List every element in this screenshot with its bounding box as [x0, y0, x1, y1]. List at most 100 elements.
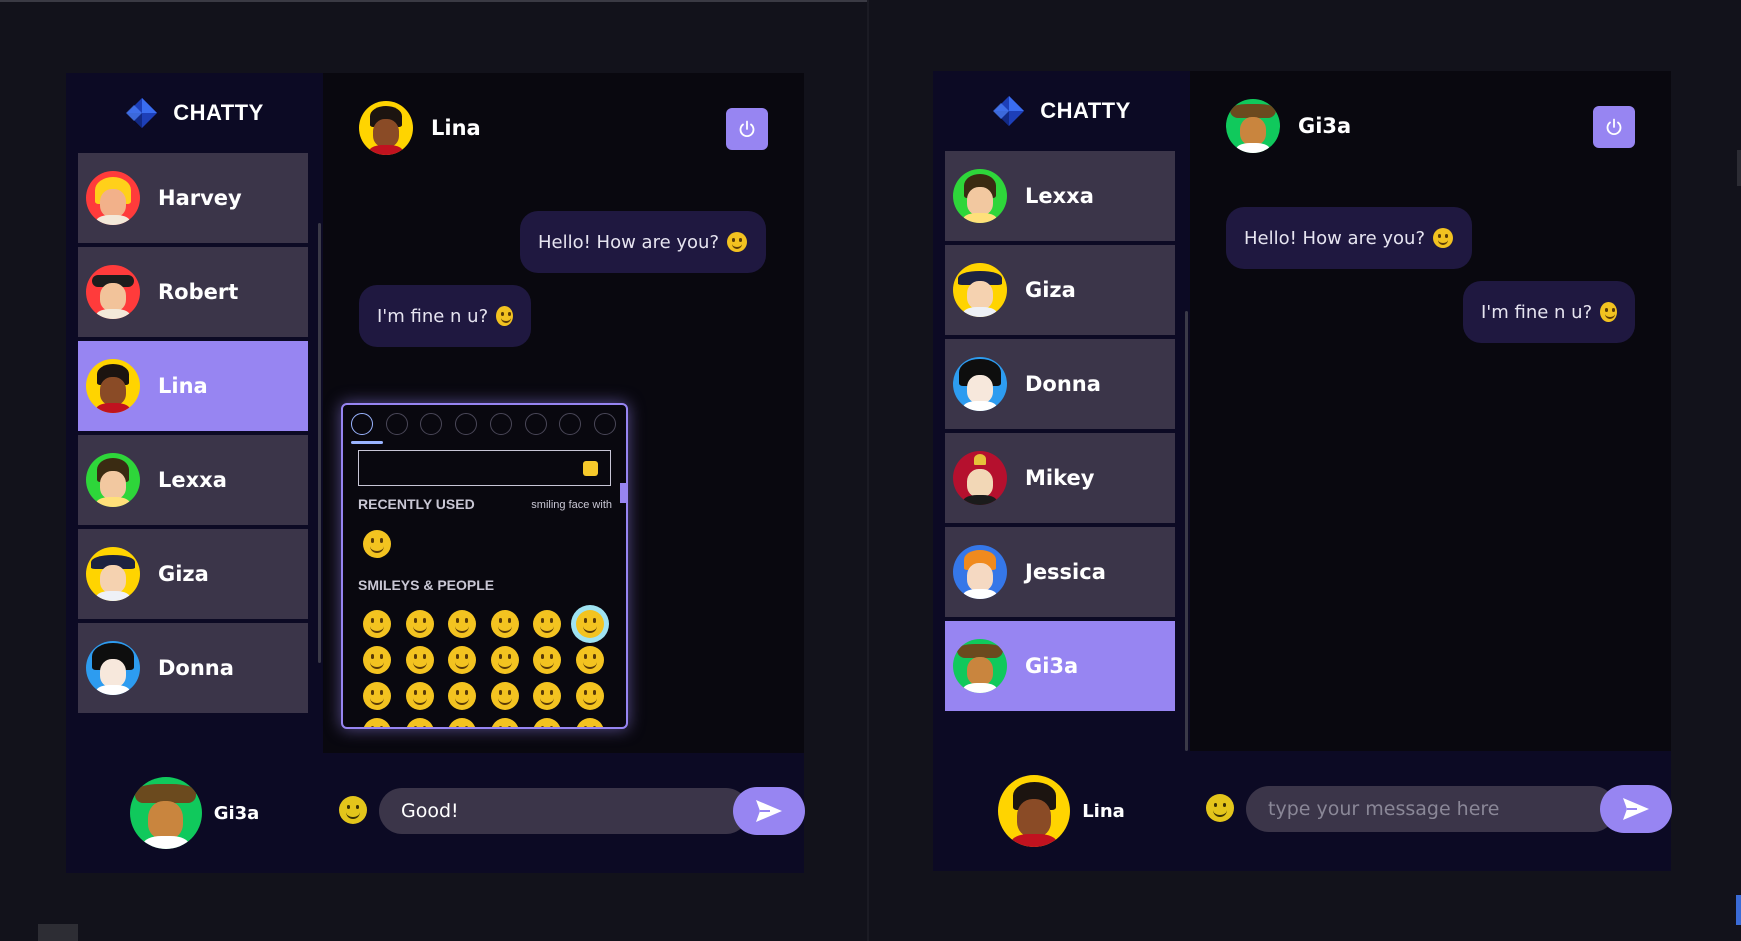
chat-partner-name: Gi3a: [1298, 114, 1352, 138]
contact-name: Giza: [158, 562, 209, 586]
contact-lexxa[interactable]: Lexxa: [78, 435, 308, 525]
chat-partner-name: Lina: [431, 116, 481, 140]
smiley-emoji-icon[interactable]: [363, 530, 391, 558]
brand: CHATTY: [933, 71, 1190, 151]
window-edge-accent: [1736, 895, 1741, 925]
skin-tone-icon[interactable]: [583, 461, 598, 476]
emoji-option[interactable]: [448, 718, 476, 727]
jessica-avatar: [953, 545, 1007, 599]
contact-robert[interactable]: Robert: [78, 247, 308, 337]
contact-gi3a[interactable]: Gi3a: [945, 621, 1175, 711]
contact-name: Robert: [158, 280, 239, 304]
emoji-option[interactable]: [490, 646, 519, 674]
contact-jessica[interactable]: Jessica: [945, 527, 1175, 617]
contact-name: Mikey: [1025, 466, 1095, 490]
emoji-option[interactable]: [363, 646, 391, 674]
emoji-option[interactable]: [533, 682, 561, 710]
contact-lina[interactable]: Lina: [78, 341, 308, 431]
sidebar: CHATTY Lexxa Giza Donna Mikey Jessica Gi…: [933, 71, 1190, 871]
right-window: CHATTY Lexxa Giza Donna Mikey Jessica Gi…: [869, 0, 1741, 941]
emoji-option[interactable]: [575, 718, 604, 727]
animal-icon[interactable]: [420, 413, 443, 435]
picker-scrollbar[interactable]: [620, 483, 626, 503]
clock-icon[interactable]: [524, 413, 547, 435]
logout-button[interactable]: [1593, 106, 1635, 148]
contact-donna[interactable]: Donna: [945, 339, 1175, 429]
emoji-option[interactable]: [490, 610, 519, 638]
emoji-option[interactable]: [363, 610, 391, 638]
emoji-toggle-icon[interactable]: [339, 796, 367, 824]
people-icon[interactable]: [351, 413, 373, 435]
ball-icon[interactable]: [489, 413, 512, 435]
current-user-avatar: [998, 775, 1071, 847]
emoji-option[interactable]: [448, 646, 476, 674]
contact-harvey[interactable]: Harvey: [78, 153, 308, 243]
message-bubble: Hello! How are you?: [1226, 207, 1472, 269]
contact-lexxa[interactable]: Lexxa: [945, 151, 1175, 241]
lexxa-avatar: [953, 169, 1007, 223]
emoji-option[interactable]: [363, 718, 391, 727]
giza-avatar: [86, 547, 140, 601]
message-composer: [323, 753, 805, 873]
message-input[interactable]: [379, 788, 749, 834]
emoji-option[interactable]: [448, 610, 476, 638]
emoji-option[interactable]: [405, 646, 434, 674]
logout-button[interactable]: [726, 108, 768, 150]
donna-avatar: [953, 357, 1007, 411]
chat-partner-avatar: [359, 101, 413, 155]
active-tab-indicator: [351, 441, 383, 444]
globe-icon[interactable]: [593, 413, 616, 435]
wink-emoji-icon: [496, 306, 513, 326]
brand: CHATTY: [66, 73, 323, 153]
contact-name: Gi3a: [1025, 654, 1079, 678]
emoji-option[interactable]: [533, 610, 561, 638]
emoji-option[interactable]: [575, 646, 604, 674]
harvey-avatar: [86, 171, 140, 225]
emoji-option[interactable]: [405, 682, 434, 710]
food-icon[interactable]: [455, 413, 478, 435]
contact-giza[interactable]: Giza: [78, 529, 308, 619]
contact-name: Giza: [1025, 278, 1076, 302]
contact-donna[interactable]: Donna: [78, 623, 308, 713]
emoji-option[interactable]: [575, 610, 604, 638]
current-user-avatar: [129, 777, 202, 849]
taskbar-fragment: [38, 924, 78, 941]
emoji-option[interactable]: [448, 682, 476, 710]
emoji-search-input[interactable]: [358, 450, 611, 486]
emoji-option[interactable]: [490, 682, 519, 710]
send-button[interactable]: [733, 787, 805, 835]
chat-partner-avatar: [1226, 99, 1280, 153]
smiley-emoji-icon: [727, 232, 748, 252]
message-bubble: I'm fine n u?: [359, 285, 531, 347]
contact-name: Lina: [158, 374, 208, 398]
emoji-option[interactable]: [533, 718, 561, 727]
message-text: Hello! How are you?: [1244, 227, 1426, 249]
contact-list: Harvey Robert Lina Lexxa Giza Donna: [78, 153, 310, 753]
emoji-picker: RECENTLY USED smiling face with SMILEYS …: [341, 403, 628, 729]
current-user-name: Gi3a: [213, 802, 260, 824]
message-input[interactable]: [1246, 786, 1616, 832]
chat-panel: Gi3a Hello! How are you? I'm fine n u?: [1190, 71, 1672, 871]
emoji-option[interactable]: [363, 682, 391, 710]
face-icon[interactable]: [385, 413, 408, 435]
contact-giza[interactable]: Giza: [945, 245, 1175, 335]
emoji-option[interactable]: [490, 718, 519, 727]
emoji-option[interactable]: [575, 682, 604, 710]
window-top-border: [0, 0, 867, 2]
emoji-toggle-icon[interactable]: [1206, 794, 1234, 822]
emoji-option[interactable]: [405, 718, 434, 727]
giza-avatar: [953, 263, 1007, 317]
contact-scrollbar[interactable]: [318, 153, 321, 753]
heart-icon[interactable]: [559, 413, 582, 435]
scrollbar-thumb[interactable]: [318, 223, 321, 663]
emoji-option[interactable]: [533, 646, 561, 674]
app-name: CHATTY: [1040, 98, 1131, 123]
scrollbar-thumb[interactable]: [1185, 311, 1188, 751]
contact-scrollbar[interactable]: [1185, 151, 1188, 751]
contact-name: Donna: [158, 656, 234, 680]
send-button[interactable]: [1600, 785, 1672, 833]
emoji-option[interactable]: [405, 610, 434, 638]
contact-mikey[interactable]: Mikey: [945, 433, 1175, 523]
contact-list: Lexxa Giza Donna Mikey Jessica Gi3a: [945, 151, 1177, 751]
send-icon: [1623, 798, 1649, 820]
